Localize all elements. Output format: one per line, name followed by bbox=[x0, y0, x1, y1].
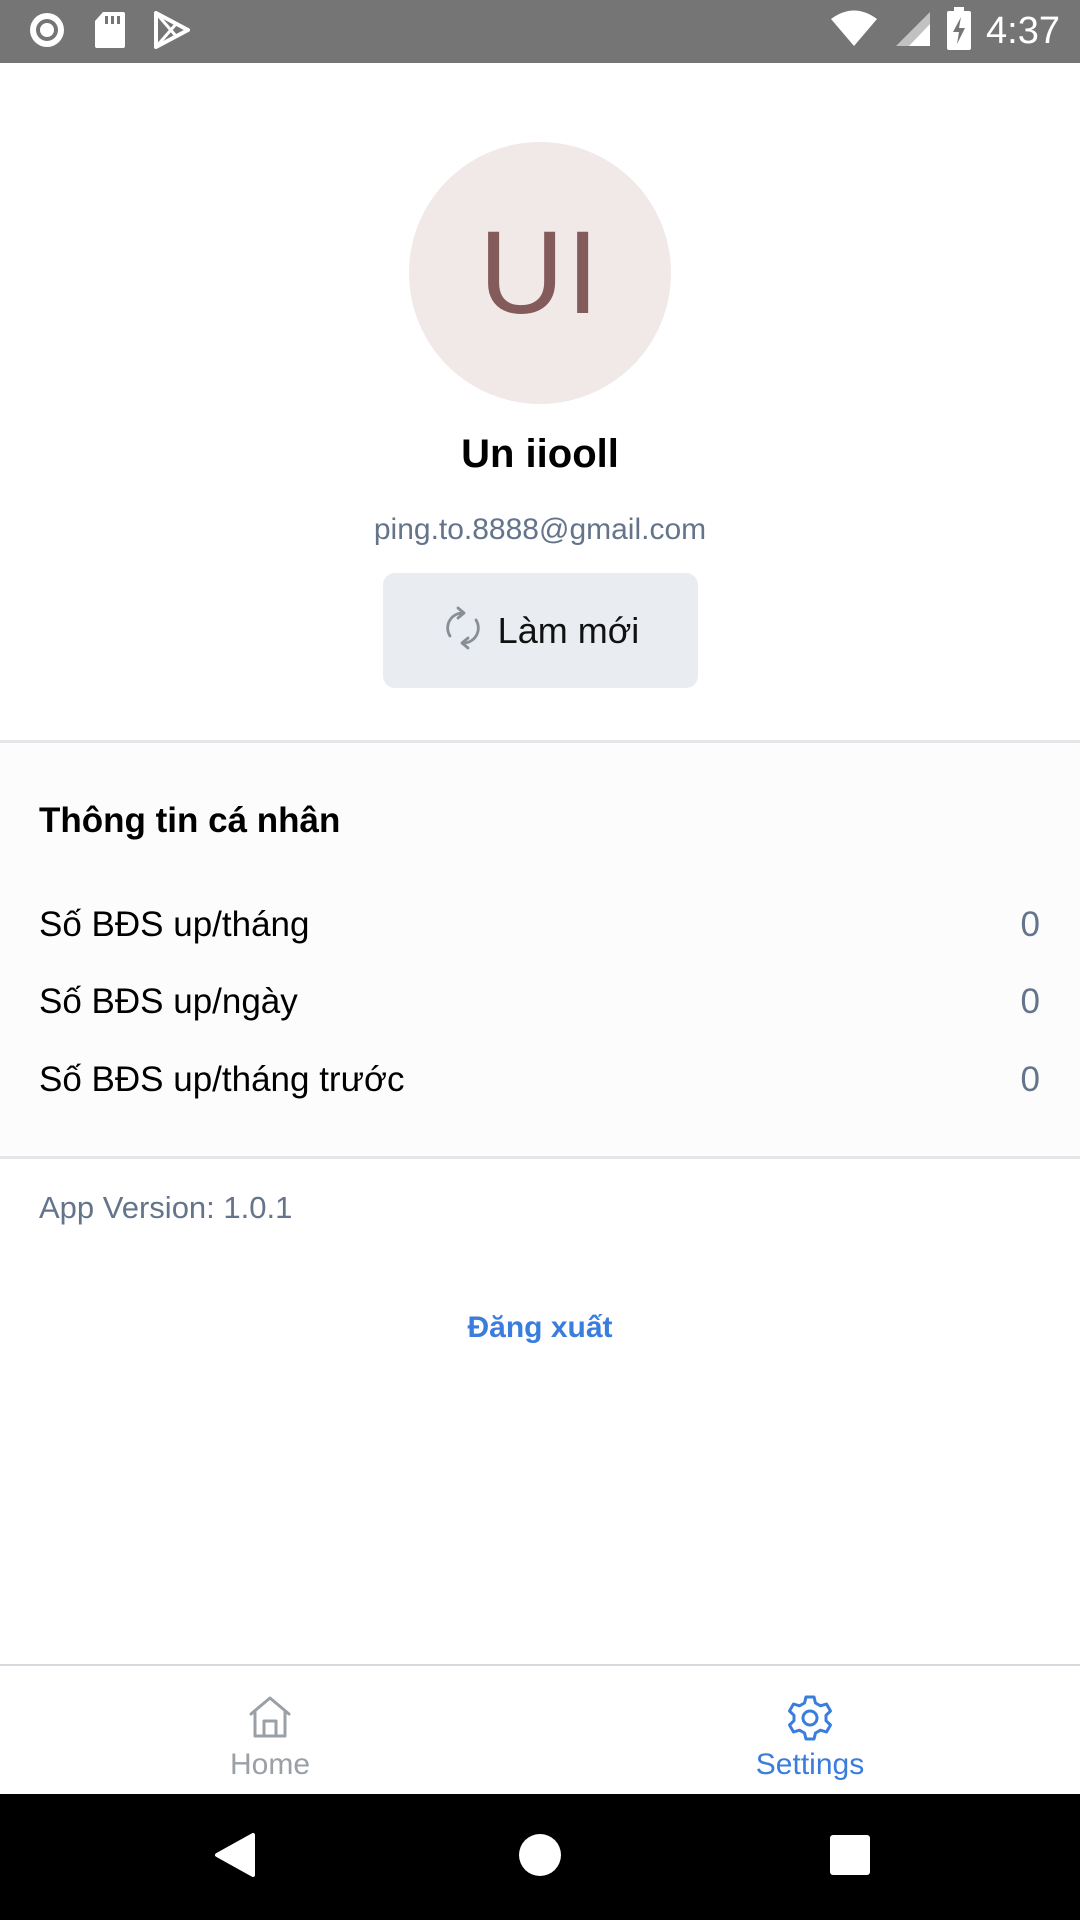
square-icon bbox=[829, 1834, 871, 1881]
home-nav-button[interactable] bbox=[510, 1794, 570, 1920]
profile-name: Un iiooll bbox=[461, 432, 619, 476]
status-bar: 4:37 bbox=[0, 0, 1080, 63]
app-version: App Version: 1.0.1 bbox=[39, 1190, 293, 1225]
tab-settings-label: Settings bbox=[755, 1748, 865, 1781]
battery-charging-icon bbox=[946, 6, 972, 56]
recents-button[interactable] bbox=[820, 1794, 880, 1920]
wifi-icon bbox=[830, 10, 878, 53]
refresh-label: Làm mới bbox=[497, 609, 640, 651]
system-nav-bar bbox=[0, 1794, 1080, 1920]
info-row-value: 0 bbox=[1020, 982, 1040, 1021]
refresh-button[interactable]: Làm mới bbox=[383, 573, 698, 688]
back-button[interactable] bbox=[200, 1794, 270, 1920]
play-store-icon bbox=[154, 10, 190, 54]
record-icon bbox=[28, 11, 66, 54]
back-icon bbox=[213, 1831, 257, 1884]
avatar-initials: UI bbox=[479, 207, 601, 339]
refresh-icon bbox=[442, 606, 484, 655]
bottom-tab-bar: Home Settings bbox=[0, 1664, 1080, 1794]
info-row-value: 0 bbox=[1020, 905, 1040, 944]
info-row-label: Số BĐS up/ngày bbox=[39, 982, 298, 1021]
status-time: 4:37 bbox=[986, 9, 1060, 52]
sd-card-icon bbox=[94, 11, 126, 54]
tab-home[interactable]: Home bbox=[0, 1666, 540, 1794]
info-row: Số BĐS up/tháng 0 bbox=[39, 905, 1040, 955]
info-row-label: Số BĐS up/tháng bbox=[39, 905, 310, 944]
personal-info-section: Thông tin cá nhân Số BĐS up/tháng 0 Số B… bbox=[0, 743, 1080, 1156]
info-row-value: 0 bbox=[1020, 1060, 1040, 1099]
tab-home-label: Home bbox=[229, 1748, 311, 1781]
logout-button[interactable]: Đăng xuất bbox=[0, 1311, 1080, 1345]
info-row-label: Số BĐS up/tháng trước bbox=[39, 1060, 405, 1099]
gear-icon bbox=[786, 1694, 834, 1742]
tab-settings[interactable]: Settings bbox=[540, 1666, 1080, 1794]
circle-icon bbox=[518, 1833, 562, 1882]
profile-email: ping.to.8888@gmail.com bbox=[373, 513, 707, 546]
info-row: Số BĐS up/ngày 0 bbox=[39, 982, 1040, 1032]
section-title: Thông tin cá nhân bbox=[39, 801, 341, 840]
signal-icon bbox=[892, 10, 932, 53]
avatar: UI bbox=[409, 142, 671, 404]
divider bbox=[0, 1156, 1080, 1159]
home-icon bbox=[247, 1694, 293, 1742]
info-row: Số BĐS up/tháng trước 0 bbox=[39, 1060, 1040, 1110]
